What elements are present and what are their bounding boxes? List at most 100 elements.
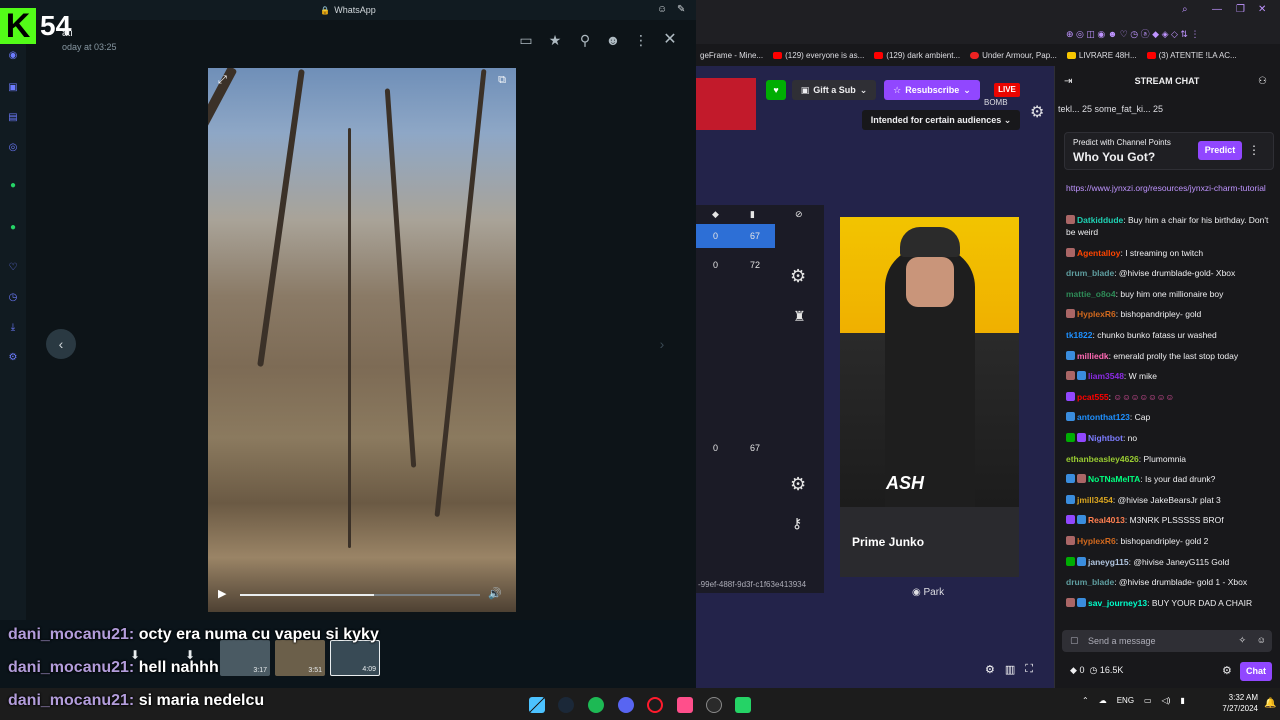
minimize-icon[interactable]: —: [1212, 4, 1222, 15]
more-options-icon[interactable]: ⋮: [1248, 143, 1260, 157]
gift-sub-button[interactable]: ▣ Gift a Sub ⌄: [792, 80, 876, 100]
speaker-icon[interactable]: ◁): [1162, 696, 1171, 705]
app-icon[interactable]: [677, 697, 693, 713]
opera-icon[interactable]: [647, 697, 663, 713]
prediction-subtitle: Predict with Channel Points: [1073, 138, 1171, 147]
operator-name: Prime Junko: [852, 535, 925, 549]
gift-leaderboard[interactable]: tekl... 25 some_fat_ki... 25: [1058, 104, 1280, 120]
overlay-chat-line: dani_mocanu21: hell nahhh: [8, 659, 219, 676]
chat-message: drum_blade: @hivise drumblade-gold- Xbox: [1066, 268, 1236, 279]
resubscribe-button[interactable]: ☆ Resubscribe ⌄: [884, 80, 980, 100]
spotify-icon[interactable]: [588, 697, 604, 713]
stat-value: 72: [750, 260, 761, 270]
bookmark[interactable]: (3) ATENTIE !LA AC...: [1146, 51, 1237, 60]
next-media-button[interactable]: ›: [647, 329, 677, 359]
restore-icon[interactable]: ❐: [1236, 4, 1245, 15]
settings-icon[interactable]: ⚙: [985, 663, 995, 676]
pip-icon[interactable]: ⧉: [498, 74, 506, 87]
sparkle-icon[interactable]: ✧: [1238, 635, 1246, 646]
send-message-input[interactable]: ▢ Send a message ✧ ☺: [1062, 630, 1272, 652]
settings-icon[interactable]: ⚙: [7, 352, 19, 364]
clock-date: 7/27/2024: [1222, 704, 1258, 713]
notification-icon[interactable]: 🔔: [1264, 698, 1276, 709]
volume-icon[interactable]: 🔊: [488, 587, 502, 600]
download-icon[interactable]: ⤓: [7, 322, 19, 334]
status-icon[interactable]: ▣: [7, 82, 19, 94]
bomb-label: BOMB: [984, 98, 1008, 107]
chat-settings-icon[interactable]: ⚙: [1222, 664, 1232, 677]
heart-icon[interactable]: ♡: [7, 262, 19, 274]
player-controls: ⚙ ▥ ⛶: [985, 663, 1033, 676]
chat-message: milliedk: emerald prolly the last stop t…: [1066, 350, 1272, 362]
thumbnail-3[interactable]: 4:09: [330, 640, 380, 676]
discord-icon[interactable]: [618, 697, 634, 713]
chat-message: HyplexR6: bishopandripley- gold 2: [1066, 535, 1272, 547]
kick-logo-icon: K: [0, 8, 36, 44]
previous-media-button[interactable]: ‹: [46, 329, 76, 359]
expand-icon[interactable]: ⤢: [218, 74, 227, 87]
match-guid: -99ef-488f-9d3f-c1f63e413934: [698, 580, 807, 589]
communities-icon[interactable]: ◎: [7, 142, 19, 154]
search-icon[interactable]: ⌕: [1182, 4, 1188, 15]
pin-icon[interactable]: ✎: [677, 4, 685, 15]
language-indicator[interactable]: ENG: [1117, 696, 1134, 705]
channels-icon[interactable]: ▤: [7, 112, 19, 124]
taskbar-clock[interactable]: 3:32 AM 7/27/2024: [1212, 692, 1258, 714]
chats-icon[interactable]: ◉: [7, 50, 19, 62]
thumbnail-1[interactable]: 3:17: [220, 640, 270, 676]
bookmark[interactable]: (129) everyone is as...: [773, 51, 864, 60]
play-icon[interactable]: ▶: [218, 587, 226, 600]
start-menu-icon[interactable]: [529, 697, 545, 713]
bookmark[interactable]: Under Armour, Pap...: [970, 51, 1057, 60]
follow-button[interactable]: ♥: [766, 80, 786, 100]
bookmark[interactable]: geFrame - Mine...: [700, 51, 763, 60]
channel-points[interactable]: ◆ 0 ◷ 16.5K: [1070, 665, 1123, 676]
stat-value: 0: [713, 443, 719, 453]
settings-gear-icon[interactable]: ⚙: [1030, 102, 1044, 122]
chat-link[interactable]: https://www.jynxzi.org/resources/jynxzi-…: [1066, 182, 1272, 195]
emoji-icon[interactable]: ☺: [657, 4, 667, 15]
settings-app-icon[interactable]: [706, 697, 722, 713]
chat-send-button[interactable]: Chat: [1240, 662, 1272, 681]
gadget-icon: ⚙: [790, 474, 807, 494]
app-icon-1[interactable]: ●: [7, 180, 19, 192]
steam-icon[interactable]: [558, 697, 574, 713]
emote-row: ☺☺☺☺☺☺☺: [1113, 391, 1175, 402]
whatsapp-titlebar: 🔒 WhatsApp ☺ ✎: [0, 0, 696, 20]
chat-message: janeyg115: @hivise JaneyG115 Gold: [1066, 556, 1272, 568]
window-title: WhatsApp: [334, 5, 376, 15]
chat-message: ethanbeasley4626: Plumomnia: [1066, 453, 1187, 464]
app-icon-2[interactable]: ●: [7, 222, 19, 234]
whatsapp-icon[interactable]: [735, 697, 751, 713]
chat-message: Datkiddude: Buy him a chair for his birt…: [1066, 215, 1269, 237]
bookmark[interactable]: (129) dark ambient...: [874, 51, 960, 60]
bookmarks-bar: geFrame - Mine... (129) everyone is as..…: [696, 44, 1280, 66]
extensions-icon[interactable]: ⊕ ◎ ◫ ◉ ☻ ♡ ◷ ⓐ ◆ ◈ ◇ ⇅ ⋮: [1066, 27, 1199, 40]
chevron-up-icon[interactable]: ⌃: [1082, 696, 1089, 705]
chevron-down-icon: ⌄: [963, 84, 971, 95]
react-icon[interactable]: ☻: [605, 32, 621, 48]
users-icon[interactable]: ⚇: [1258, 76, 1267, 87]
bookmark[interactable]: LIVRARE 48H...: [1066, 51, 1137, 60]
battery-icon[interactable]: ▮: [1180, 696, 1184, 705]
operator-card-label: ASH: [886, 473, 925, 493]
history-icon[interactable]: ◷: [7, 292, 19, 304]
whatsapp-sidebar: ◉ ▣ ▤ ◎ ● ● ♡ ◷ ⤓ ⚙: [0, 20, 26, 620]
close-icon[interactable]: ✕: [662, 32, 678, 48]
chat-message: Real4013: M3NRK PLSSSSS BROf: [1066, 514, 1272, 526]
predict-button[interactable]: Predict: [1198, 141, 1242, 160]
star-icon[interactable]: ★: [547, 32, 563, 48]
emote-picker-icon[interactable]: ☺: [1257, 635, 1266, 645]
pin-message-icon[interactable]: ⚲: [577, 32, 593, 48]
more-options-icon[interactable]: ⋮: [633, 32, 649, 48]
video-frame[interactable]: ⤢ ⧉: [208, 68, 516, 612]
network-icon[interactable]: ▭: [1144, 696, 1152, 705]
defuser-icon: ⚷: [792, 515, 803, 531]
cloud-icon[interactable]: ☁: [1099, 696, 1107, 705]
fullscreen-icon[interactable]: ⛶: [1025, 663, 1033, 676]
thumbnail-2[interactable]: 3:51: [275, 640, 325, 676]
audience-warning[interactable]: Intended for certain audiences ⌄: [862, 110, 1020, 130]
reply-icon[interactable]: ▭: [518, 32, 534, 48]
window-close-icon[interactable]: ✕: [1258, 4, 1266, 15]
theatre-mode-icon[interactable]: ▥: [1005, 663, 1015, 676]
